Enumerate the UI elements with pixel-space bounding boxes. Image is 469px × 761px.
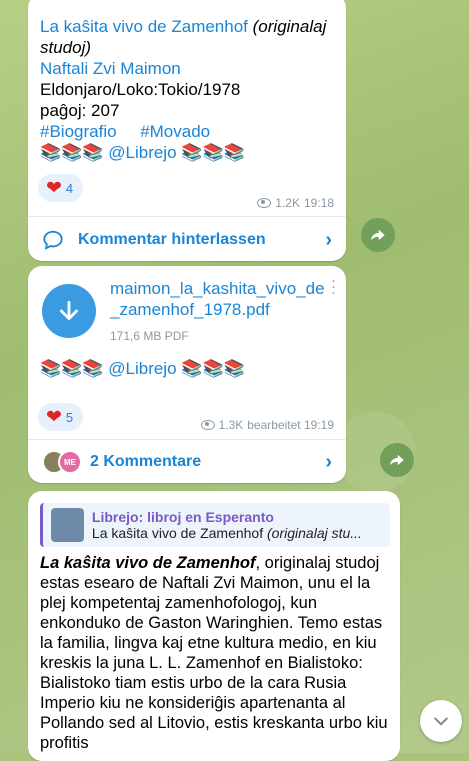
reply-thumbnail [51, 508, 84, 542]
publish-line: Eldonjaro/Loko:Tokio/1978 [40, 80, 241, 99]
file-size: 171,6 MB PDF [110, 329, 189, 343]
channel-handle-link[interactable]: @Librejo [108, 143, 176, 162]
hashtag-movado[interactable]: #Movado [140, 122, 210, 141]
share-button[interactable] [380, 443, 414, 477]
share-arrow-icon [371, 229, 385, 241]
heart-icon: ❤ [46, 177, 62, 199]
message-3-body: La kaŝita vivo de Zamenhof, originalaj s… [28, 553, 400, 753]
books-icon: 📚📚📚 [181, 143, 245, 162]
eye-icon [257, 198, 272, 208]
message-bubble-1[interactable]: La kaŝita vivo de Zamenhof (originalaj s… [28, 0, 346, 261]
chevron-right-icon: › [325, 228, 332, 251]
message-time: 19:18 [303, 196, 334, 210]
book-title-bold: La kaŝita vivo de Zamenhof [40, 554, 256, 572]
view-count: 1.2K [275, 196, 300, 210]
reply-subtitle: La kaŝita vivo de Zamenhof (originalaj s… [92, 525, 390, 541]
view-count: 1.3K [218, 418, 244, 432]
chevron-down-icon [434, 717, 448, 726]
message-2-signature: 📚📚📚 @Librejo 📚📚📚 [28, 358, 257, 379]
message-1-body: La kaŝita vivo de Zamenhof (originalaj s… [28, 16, 346, 163]
scroll-down-button[interactable] [420, 700, 462, 742]
commenter-avatars: ME [42, 450, 82, 474]
books-icon: 📚📚📚 [181, 359, 245, 378]
divider [28, 439, 346, 440]
download-button[interactable] [42, 284, 96, 338]
reply-sub-plain: La kaŝita vivo de Zamenhof [91, 525, 268, 541]
reaction-count: 5 [65, 409, 74, 425]
file-name[interactable]: maimon_la_kashita_vivo_de_zamenhof_1978.… [110, 278, 330, 320]
comment-icon [43, 230, 63, 250]
book-title-italic: (originalaj [252, 17, 327, 36]
message-meta: 1.2K 19:18 [257, 196, 334, 210]
reaction-count: 4 [65, 180, 74, 196]
share-arrow-icon [390, 454, 404, 466]
divider [28, 216, 346, 217]
more-options-icon[interactable]: · · · [331, 273, 336, 300]
pages-line: paĝoj: 207 [40, 101, 120, 120]
author-link[interactable]: Naftali Zvi Maimon [40, 59, 181, 78]
message-bubble-2[interactable]: maimon_la_kashita_vivo_de_zamenhof_1978.… [28, 266, 346, 483]
reaction-heart[interactable]: ❤ 4 [38, 174, 84, 202]
comments-button[interactable]: ME 2 Kommentare › [28, 446, 346, 478]
avatar: ME [58, 450, 82, 474]
download-arrow-icon [60, 300, 78, 320]
book-title-italic-2: studoj) [40, 38, 92, 57]
message-text: , originalaj studoj estas esearo de Naft… [40, 554, 388, 752]
chevron-right-icon: › [325, 450, 332, 473]
reply-title: Librejo: libroj en Esperanto [91, 509, 274, 525]
comment-label: Kommentar hinterlassen [78, 231, 266, 248]
message-meta: 1.3K bearbeitet 19:19 [200, 418, 334, 432]
reply-sub-italic: (originalaj stu... [267, 525, 362, 541]
comments-label: 2 Kommentare [90, 453, 202, 470]
hashtag-biografio[interactable]: #Biografio [40, 122, 117, 141]
book-title-link[interactable]: La kaŝita vivo de Zamenhof [40, 17, 248, 36]
reaction-heart[interactable]: ❤ 5 [38, 403, 84, 431]
channel-handle-link[interactable]: @Librejo [108, 359, 176, 378]
books-icon: 📚📚📚 [40, 359, 104, 378]
share-button[interactable] [361, 218, 395, 252]
edited-time: bearbeitet 19:19 [247, 418, 334, 432]
leave-comment-button[interactable]: Kommentar hinterlassen › [28, 224, 346, 256]
books-icon: 📚📚📚 [40, 143, 104, 162]
eye-icon [200, 420, 215, 430]
heart-icon: ❤ [46, 406, 62, 428]
reply-preview[interactable]: Librejo: libroj en Esperanto La kaŝita v… [40, 503, 390, 547]
message-bubble-3[interactable]: Librejo: libroj en Esperanto La kaŝita v… [28, 491, 400, 761]
